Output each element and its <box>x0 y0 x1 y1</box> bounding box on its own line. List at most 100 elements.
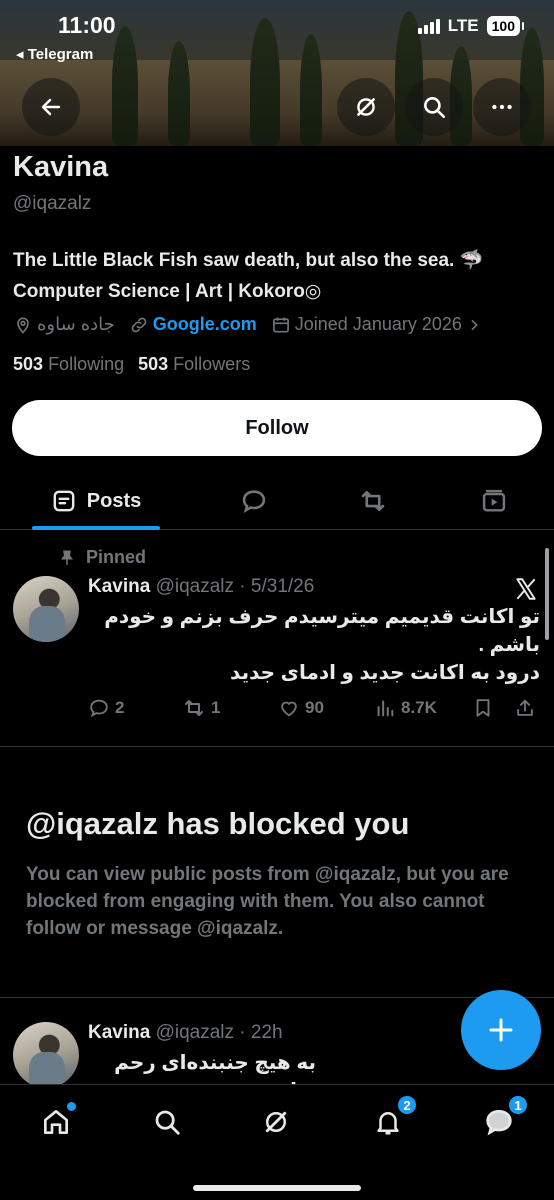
avatar[interactable] <box>13 1022 79 1088</box>
reply-action[interactable]: 2 <box>88 694 124 722</box>
tab-active-indicator <box>32 526 160 530</box>
website-link[interactable]: Google.com <box>153 314 257 335</box>
reply-count: 2 <box>115 698 125 717</box>
bio-line: The Little Black Fish saw death, but als… <box>13 250 484 271</box>
bottom-nav: 2 1 <box>0 1084 554 1200</box>
bookmark-action[interactable] <box>472 694 494 722</box>
repost-icon <box>361 490 385 512</box>
nav-search[interactable] <box>145 1100 189 1144</box>
blocked-description: You can view public posts from @iqazalz,… <box>26 864 509 939</box>
messages-badge: 1 <box>507 1094 529 1116</box>
nav-notifications[interactable]: 2 <box>366 1094 418 1144</box>
search-icon <box>155 1110 180 1135</box>
tab-replies[interactable] <box>232 472 276 530</box>
post-actions: 2 1 90 8.7K <box>88 694 538 722</box>
more-icon <box>492 104 512 110</box>
more-button[interactable] <box>473 78 531 136</box>
profile-bio: The Little Black Fish saw death, but als… <box>13 245 543 307</box>
status-bar: 11:00 ◂ Telegram LTE 100 <box>0 10 554 63</box>
media-icon <box>482 489 506 512</box>
like-action[interactable]: 90 <box>278 694 324 722</box>
post-text: تو اکانت قدیمیم میترسیدم حرف بزنم و خودم… <box>88 603 540 687</box>
tab-reposts[interactable] <box>351 472 395 530</box>
plus-icon <box>489 1018 513 1042</box>
x-logo-icon[interactable] <box>513 576 539 602</box>
bookmark-icon <box>476 699 490 717</box>
share-action[interactable] <box>514 694 536 722</box>
signal-icon <box>417 18 440 34</box>
followers-label: Followers <box>173 354 251 374</box>
compose-button[interactable] <box>461 990 541 1070</box>
status-right: LTE 100 <box>417 16 525 36</box>
share-icon <box>517 699 533 716</box>
followers-number: 503 <box>138 354 169 374</box>
grok-icon <box>265 1111 287 1133</box>
reply-icon <box>90 699 108 718</box>
calendar-icon <box>272 317 289 332</box>
nav-messages[interactable]: 1 <box>477 1094 529 1144</box>
reply-icon <box>242 490 266 514</box>
battery-icon: 100 <box>486 16 525 36</box>
like-count: 90 <box>305 698 324 717</box>
repost-action[interactable]: 1 <box>182 694 220 722</box>
repost-icon <box>185 700 203 716</box>
tab-posts-label: Posts <box>86 489 142 512</box>
pin-icon <box>61 550 73 565</box>
profile-meta: جاده ساوه Google.com Joined January 2026 <box>13 314 496 335</box>
post-divider <box>0 997 554 998</box>
tab-posts[interactable]: Posts <box>32 472 160 530</box>
search-icon <box>424 97 446 119</box>
pinned-label: Pinned <box>86 547 147 567</box>
heart-icon <box>281 701 297 717</box>
followers-count[interactable]: 503 Followers <box>138 354 250 375</box>
views-action[interactable]: 8.7K <box>374 694 437 722</box>
home-dot <box>67 1102 76 1111</box>
post-divider <box>0 746 554 747</box>
views-icon <box>377 700 394 717</box>
grok-button[interactable] <box>337 78 395 136</box>
following-number: 503 <box>13 354 44 374</box>
avatar[interactable] <box>13 576 79 642</box>
link-icon <box>131 317 147 332</box>
bio-line: Computer Science | Art | Kokoro◎ <box>13 281 322 302</box>
profile-name: Kavina <box>13 151 109 183</box>
post-handle-time: @iqazalz · 5/31/26 <box>155 576 315 597</box>
chevron-right-icon <box>471 319 478 330</box>
post-text-line: باشم . <box>478 634 540 656</box>
post-text-line: تو اکانت قدیمیم میترسیدم حرف بزنم و خودم <box>104 606 540 628</box>
nav-home[interactable] <box>34 1100 78 1144</box>
search-button[interactable] <box>405 78 463 136</box>
joined-text: Joined January 2026 <box>294 314 462 334</box>
joined-item[interactable]: Joined January 2026 <box>271 314 482 335</box>
tab-media[interactable] <box>472 472 516 530</box>
post-author[interactable]: Kavina <box>88 576 150 597</box>
post-author[interactable]: Kavina <box>88 1022 150 1043</box>
following-label: Following <box>48 354 125 374</box>
home-indicator <box>193 1185 361 1191</box>
grok-icon <box>357 98 375 116</box>
post-header: Kavina @iqazalz · 22h <box>88 1022 283 1044</box>
scrollbar[interactable] <box>545 548 549 640</box>
blocked-title: @iqazalz has blocked you <box>26 806 410 841</box>
website-item[interactable]: Google.com <box>129 314 257 335</box>
following-count[interactable]: 503 Following <box>13 354 124 375</box>
back-to-app-link[interactable]: ◂ Telegram <box>16 45 93 63</box>
status-time: 11:00 <box>58 12 116 38</box>
post-header: Kavina @iqazalz · 5/31/26 <box>88 576 314 598</box>
location-text: جاده ساوه <box>37 314 115 334</box>
follow-button[interactable]: Follow <box>12 400 542 456</box>
network-label: LTE <box>447 16 479 35</box>
profile-tabs: Posts <box>0 472 554 530</box>
follow-counts: 503 Following 503 Followers <box>13 354 250 375</box>
post-text-line: درود به اکانت جدید و ادمای جدید <box>230 662 540 684</box>
repost-count: 1 <box>211 698 221 717</box>
posts-icon <box>53 490 75 512</box>
views-count: 8.7K <box>401 698 437 717</box>
arrow-left-icon <box>41 98 61 116</box>
post-handle-time: @iqazalz · 22h <box>155 1022 283 1043</box>
home-icon <box>44 1110 68 1134</box>
location-item: جاده ساوه <box>13 314 115 335</box>
nav-grok[interactable] <box>254 1100 298 1144</box>
notifications-badge: 2 <box>396 1094 418 1116</box>
back-button[interactable] <box>22 78 80 136</box>
